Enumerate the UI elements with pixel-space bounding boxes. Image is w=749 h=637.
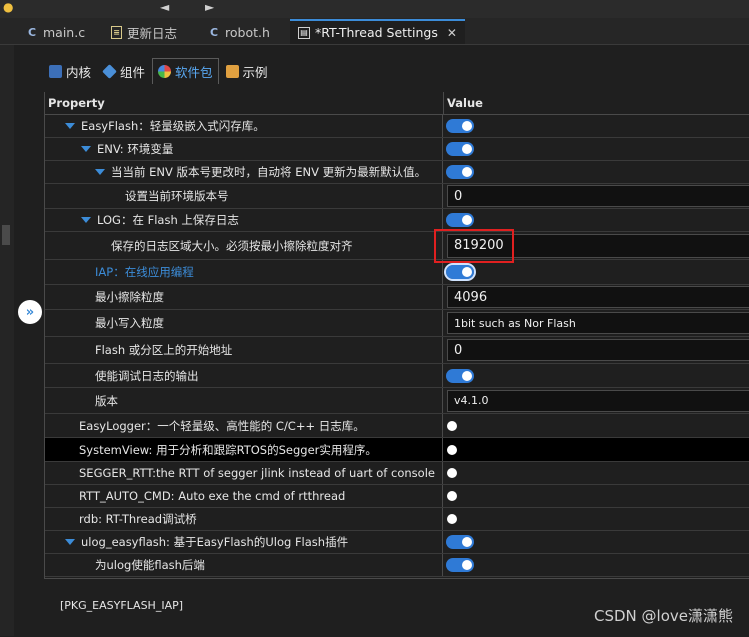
table-row[interactable]: IAP：在线应用编程 — [45, 260, 749, 285]
tab-label: *RT-Thread Settings — [315, 25, 438, 40]
log-area-size-input[interactable]: 819200 — [447, 233, 749, 258]
tab-label: main.c — [43, 24, 86, 40]
iap-toggle-switch[interactable] — [444, 263, 476, 281]
table-row[interactable]: 设置当前环境版本号 0 — [45, 184, 749, 209]
expand-arrow-icon[interactable] — [81, 217, 91, 223]
tab-kernel[interactable]: 内核 — [44, 58, 96, 84]
kernel-icon — [49, 64, 62, 78]
table-row[interactable]: Flash 或分区上的开始地址 0 — [45, 337, 749, 364]
table-row[interactable]: EasyFlash：轻量级嵌入式闪存库。 — [45, 115, 749, 138]
subtab-label: 示例 — [242, 64, 268, 80]
top-toolbar: ● ◄ ► — [0, 0, 749, 18]
value-input[interactable]: 0 — [447, 185, 749, 207]
tab-main-c[interactable]: C main.c — [18, 20, 93, 44]
settings-subtabs: 内核 组件 软件包 示例 — [44, 58, 273, 86]
toggle-switch[interactable] — [446, 558, 474, 572]
toggle-switch[interactable] — [446, 142, 474, 156]
subtab-label: 软件包 — [175, 65, 213, 80]
subtab-label: 组件 — [120, 64, 146, 80]
table-row[interactable]: LOG：在 Flash 上保存日志 — [45, 209, 749, 232]
c-file-icon: C — [209, 25, 219, 39]
expand-arrow-icon[interactable] — [81, 146, 91, 152]
tab-components[interactable]: 组件 — [98, 58, 150, 84]
example-icon — [225, 64, 239, 78]
toggle-switch[interactable] — [446, 419, 474, 433]
settings-table: Property Value EasyFlash：轻量级嵌入式闪存库。 ENV:… — [44, 92, 749, 636]
toggle-switch[interactable] — [446, 368, 474, 383]
left-gutter — [0, 45, 14, 636]
expand-arrow-icon[interactable] — [95, 169, 105, 175]
component-icon — [102, 63, 117, 79]
scrollbar-thumb[interactable] — [2, 225, 10, 245]
table-row[interactable]: RTT_AUTO_CMD: Auto exe the cmd of rtthre… — [45, 485, 749, 508]
tab-label: robot.h — [225, 24, 270, 40]
toggle-switch[interactable] — [446, 512, 474, 526]
table-row[interactable]: 版本 v4.1.0 — [45, 388, 749, 414]
table-row[interactable]: rdb: RT-Thread调试桥 — [45, 508, 749, 531]
close-icon[interactable]: ✕ — [447, 26, 457, 40]
tab-examples[interactable]: 示例 — [221, 58, 273, 84]
table-row[interactable]: 使能调试日志的输出 — [45, 364, 749, 388]
tab-packages[interactable]: 软件包 — [152, 58, 219, 84]
macro-name: [PKG_EASYFLASH_IAP] — [60, 599, 184, 612]
toggle-switch[interactable] — [446, 165, 474, 179]
editor-tab-bar: C main.c ≡ 更新日志 C robot.h ▤ *RT-Thread S… — [0, 18, 749, 45]
table-row[interactable]: 保存的日志区域大小。必须按最小擦除粒度对齐 819200 — [45, 232, 749, 260]
table-row[interactable]: 最小写入粒度 1bit such as Nor Flash — [45, 310, 749, 337]
tab-label: 更新日志 — [127, 25, 178, 41]
expand-arrow-icon[interactable] — [65, 123, 75, 129]
table-header: Property Value — [45, 92, 749, 115]
header-value: Value — [447, 96, 483, 110]
table-row[interactable]: 为ulog使能flash后端 — [45, 554, 749, 577]
expand-panel-button[interactable]: » — [18, 300, 42, 324]
value-select[interactable]: 1bit such as Nor Flash — [447, 312, 749, 334]
toggle-switch[interactable] — [446, 213, 474, 227]
package-icon — [158, 65, 172, 78]
tab-robot-h[interactable]: C robot.h — [200, 20, 278, 44]
back-arrow-icon[interactable]: ◄ — [160, 1, 169, 13]
toggle-switch[interactable] — [446, 535, 474, 549]
expand-arrow-icon[interactable] — [65, 539, 75, 545]
toggle-switch[interactable] — [446, 443, 474, 457]
table-row[interactable]: 最小擦除粒度 4096 — [45, 285, 749, 310]
toggle-switch[interactable] — [446, 489, 474, 503]
header-property: Property — [48, 96, 105, 110]
version-select[interactable]: v4.1.0 — [447, 389, 749, 412]
value-input[interactable]: 0 — [447, 339, 749, 361]
watermark: CSDN @love潇潇熊 — [594, 607, 733, 625]
table-row[interactable]: SystemView: 用于分析和跟踪RTOS的Segger实用程序。 — [45, 438, 749, 462]
c-file-icon: C — [27, 25, 37, 39]
value-input[interactable]: 4096 — [447, 286, 749, 308]
tab-rt-thread-settings[interactable]: ▤ *RT-Thread Settings ✕ — [290, 19, 465, 44]
toggle-switch[interactable] — [446, 466, 474, 480]
lightbulb-icon[interactable]: ● — [3, 1, 13, 13]
table-row[interactable]: EasyLogger：一个轻量级、高性能的 C/C++ 日志库。 — [45, 414, 749, 438]
toggle-switch[interactable] — [446, 119, 474, 133]
forward-arrow-icon[interactable]: ► — [205, 1, 214, 13]
doc-file-icon: ≡ — [111, 25, 122, 39]
settings-file-icon: ▤ — [298, 26, 310, 39]
table-row[interactable]: 当当前 ENV 版本号更改时，自动将 ENV 更新为最新默认值。 — [45, 161, 749, 184]
tab-update-log[interactable]: ≡ 更新日志 — [103, 20, 185, 44]
table-row[interactable]: SEGGER_RTT:the RTT of segger jlink inste… — [45, 462, 749, 485]
table-row[interactable]: ENV: 环境变量 — [45, 138, 749, 161]
table-row[interactable]: ulog_easyflash: 基于EasyFlash的Ulog Flash插件 — [45, 531, 749, 554]
subtab-label: 内核 — [66, 64, 92, 80]
